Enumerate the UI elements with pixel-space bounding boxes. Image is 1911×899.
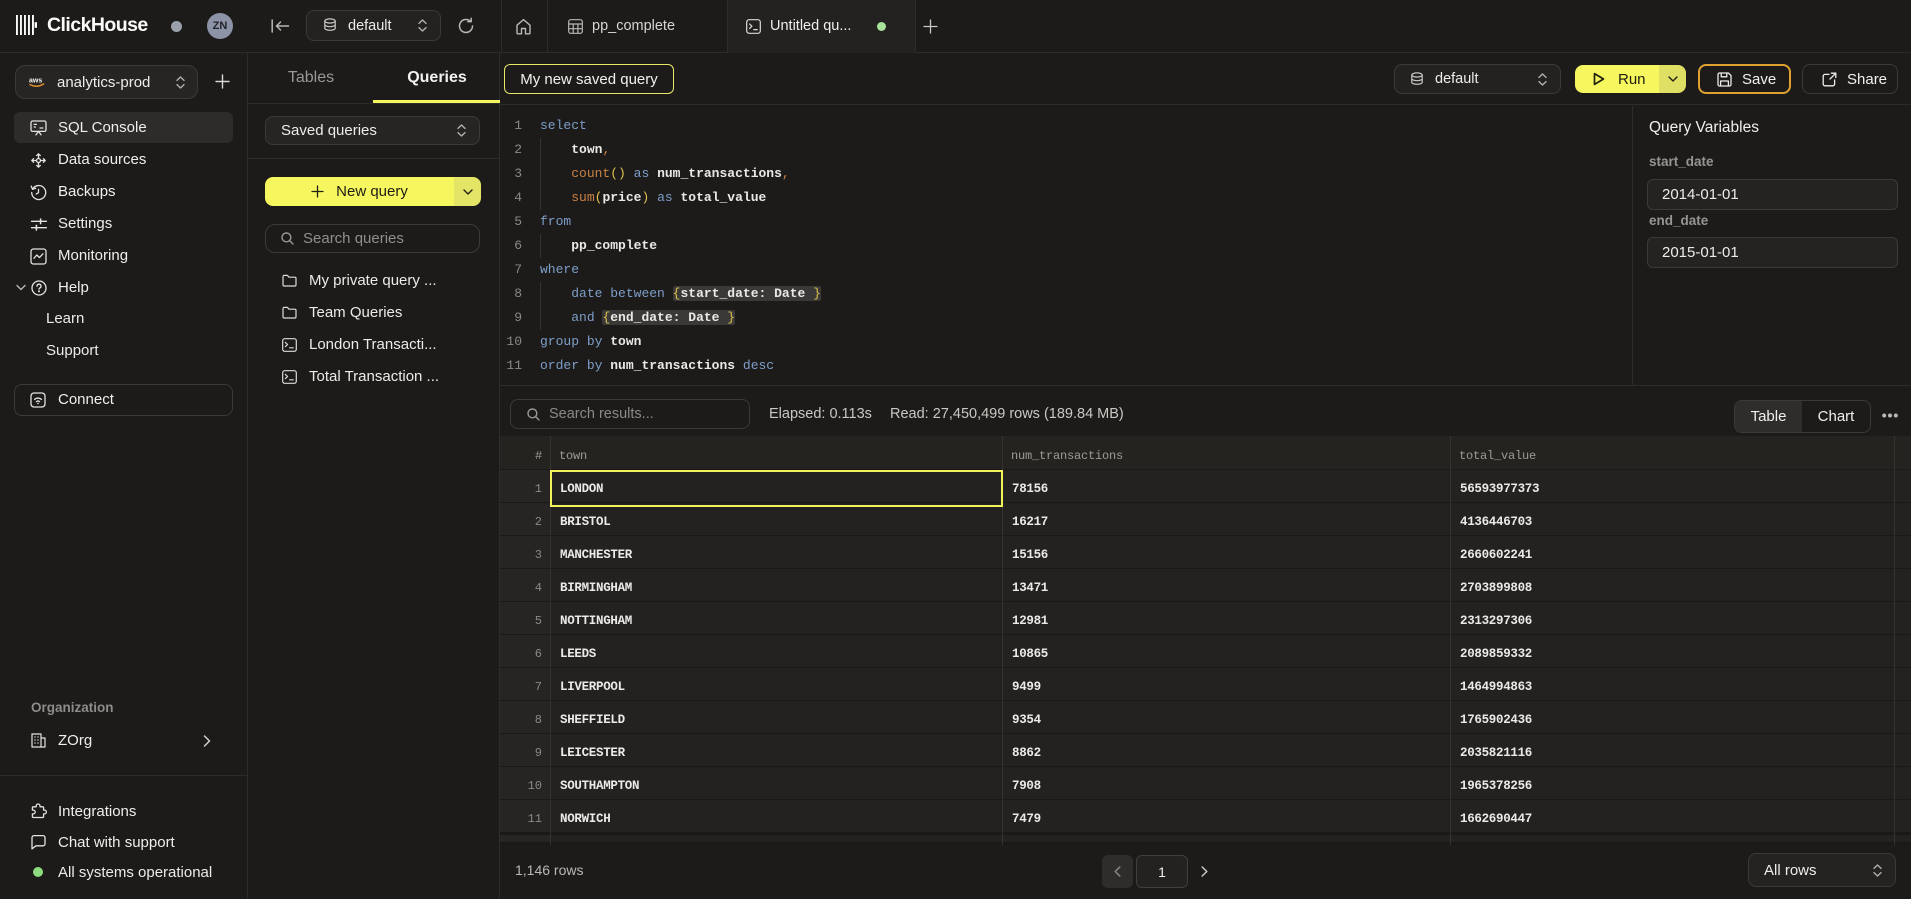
- svg-text:aws: aws: [29, 78, 42, 85]
